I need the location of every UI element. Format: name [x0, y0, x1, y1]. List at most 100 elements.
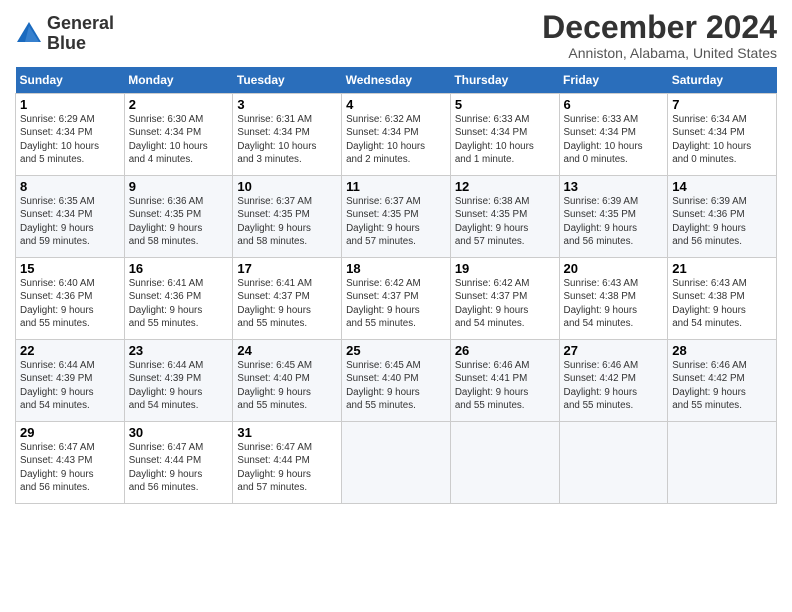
- logo: General Blue: [15, 14, 114, 54]
- calendar-cell: 21Sunrise: 6:43 AM Sunset: 4:38 PM Dayli…: [668, 258, 777, 340]
- subtitle: Anniston, Alabama, United States: [542, 45, 777, 61]
- day-info: Sunrise: 6:44 AM Sunset: 4:39 PM Dayligh…: [129, 359, 229, 412]
- calendar-cell: 29Sunrise: 6:47 AM Sunset: 4:43 PM Dayli…: [16, 422, 125, 504]
- day-info: Sunrise: 6:43 AM Sunset: 4:38 PM Dayligh…: [672, 277, 772, 330]
- day-number: 27: [564, 343, 664, 358]
- day-number: 23: [129, 343, 229, 358]
- calendar-table: SundayMondayTuesdayWednesdayThursdayFrid…: [15, 67, 777, 504]
- logo-text-line1: General: [47, 14, 114, 34]
- day-info: Sunrise: 6:33 AM Sunset: 4:34 PM Dayligh…: [564, 113, 664, 166]
- day-info: Sunrise: 6:46 AM Sunset: 4:42 PM Dayligh…: [564, 359, 664, 412]
- day-number: 11: [346, 179, 446, 194]
- day-number: 14: [672, 179, 772, 194]
- day-info: Sunrise: 6:47 AM Sunset: 4:43 PM Dayligh…: [20, 441, 120, 494]
- day-info: Sunrise: 6:38 AM Sunset: 4:35 PM Dayligh…: [455, 195, 555, 248]
- day-info: Sunrise: 6:42 AM Sunset: 4:37 PM Dayligh…: [455, 277, 555, 330]
- header: General Blue December 2024 Anniston, Ala…: [15, 10, 777, 61]
- day-info: Sunrise: 6:45 AM Sunset: 4:40 PM Dayligh…: [346, 359, 446, 412]
- calendar-cell: 10Sunrise: 6:37 AM Sunset: 4:35 PM Dayli…: [233, 176, 342, 258]
- logo-icon: [15, 20, 43, 48]
- calendar-cell: 31Sunrise: 6:47 AM Sunset: 4:44 PM Dayli…: [233, 422, 342, 504]
- day-number: 2: [129, 97, 229, 112]
- day-number: 18: [346, 261, 446, 276]
- day-info: Sunrise: 6:47 AM Sunset: 4:44 PM Dayligh…: [237, 441, 337, 494]
- calendar-cell: 4Sunrise: 6:32 AM Sunset: 4:34 PM Daylig…: [342, 94, 451, 176]
- calendar-cell: 13Sunrise: 6:39 AM Sunset: 4:35 PM Dayli…: [559, 176, 668, 258]
- day-number: 19: [455, 261, 555, 276]
- calendar-cell: [559, 422, 668, 504]
- day-info: Sunrise: 6:45 AM Sunset: 4:40 PM Dayligh…: [237, 359, 337, 412]
- day-info: Sunrise: 6:32 AM Sunset: 4:34 PM Dayligh…: [346, 113, 446, 166]
- calendar-cell: 26Sunrise: 6:46 AM Sunset: 4:41 PM Dayli…: [450, 340, 559, 422]
- day-number: 26: [455, 343, 555, 358]
- logo-text-line2: Blue: [47, 34, 114, 54]
- day-info: Sunrise: 6:46 AM Sunset: 4:41 PM Dayligh…: [455, 359, 555, 412]
- calendar-cell: 14Sunrise: 6:39 AM Sunset: 4:36 PM Dayli…: [668, 176, 777, 258]
- day-number: 5: [455, 97, 555, 112]
- calendar-cell: 11Sunrise: 6:37 AM Sunset: 4:35 PM Dayli…: [342, 176, 451, 258]
- day-number: 13: [564, 179, 664, 194]
- day-number: 4: [346, 97, 446, 112]
- calendar-cell: 18Sunrise: 6:42 AM Sunset: 4:37 PM Dayli…: [342, 258, 451, 340]
- day-number: 20: [564, 261, 664, 276]
- calendar-cell: 8Sunrise: 6:35 AM Sunset: 4:34 PM Daylig…: [16, 176, 125, 258]
- day-number: 15: [20, 261, 120, 276]
- day-number: 3: [237, 97, 337, 112]
- calendar-cell: [668, 422, 777, 504]
- calendar-cell: 19Sunrise: 6:42 AM Sunset: 4:37 PM Dayli…: [450, 258, 559, 340]
- day-info: Sunrise: 6:41 AM Sunset: 4:37 PM Dayligh…: [237, 277, 337, 330]
- calendar-week-row: 22Sunrise: 6:44 AM Sunset: 4:39 PM Dayli…: [16, 340, 777, 422]
- calendar-cell: 2Sunrise: 6:30 AM Sunset: 4:34 PM Daylig…: [124, 94, 233, 176]
- calendar-cell: 22Sunrise: 6:44 AM Sunset: 4:39 PM Dayli…: [16, 340, 125, 422]
- day-number: 9: [129, 179, 229, 194]
- day-info: Sunrise: 6:41 AM Sunset: 4:36 PM Dayligh…: [129, 277, 229, 330]
- weekday-header-friday: Friday: [559, 67, 668, 94]
- title-area: December 2024 Anniston, Alabama, United …: [542, 10, 777, 61]
- page-container: General Blue December 2024 Anniston, Ala…: [0, 0, 792, 514]
- day-number: 30: [129, 425, 229, 440]
- day-info: Sunrise: 6:29 AM Sunset: 4:34 PM Dayligh…: [20, 113, 120, 166]
- calendar-week-row: 1Sunrise: 6:29 AM Sunset: 4:34 PM Daylig…: [16, 94, 777, 176]
- weekday-header-tuesday: Tuesday: [233, 67, 342, 94]
- calendar-cell: 25Sunrise: 6:45 AM Sunset: 4:40 PM Dayli…: [342, 340, 451, 422]
- calendar-week-row: 8Sunrise: 6:35 AM Sunset: 4:34 PM Daylig…: [16, 176, 777, 258]
- day-number: 31: [237, 425, 337, 440]
- day-number: 17: [237, 261, 337, 276]
- day-number: 29: [20, 425, 120, 440]
- weekday-header-saturday: Saturday: [668, 67, 777, 94]
- day-info: Sunrise: 6:30 AM Sunset: 4:34 PM Dayligh…: [129, 113, 229, 166]
- calendar-cell: 1Sunrise: 6:29 AM Sunset: 4:34 PM Daylig…: [16, 94, 125, 176]
- day-number: 22: [20, 343, 120, 358]
- day-info: Sunrise: 6:47 AM Sunset: 4:44 PM Dayligh…: [129, 441, 229, 494]
- calendar-cell: 30Sunrise: 6:47 AM Sunset: 4:44 PM Dayli…: [124, 422, 233, 504]
- day-number: 28: [672, 343, 772, 358]
- day-info: Sunrise: 6:37 AM Sunset: 4:35 PM Dayligh…: [237, 195, 337, 248]
- calendar-cell: 28Sunrise: 6:46 AM Sunset: 4:42 PM Dayli…: [668, 340, 777, 422]
- calendar-cell: 24Sunrise: 6:45 AM Sunset: 4:40 PM Dayli…: [233, 340, 342, 422]
- day-info: Sunrise: 6:39 AM Sunset: 4:36 PM Dayligh…: [672, 195, 772, 248]
- day-info: Sunrise: 6:34 AM Sunset: 4:34 PM Dayligh…: [672, 113, 772, 166]
- calendar-cell: 6Sunrise: 6:33 AM Sunset: 4:34 PM Daylig…: [559, 94, 668, 176]
- weekday-header-monday: Monday: [124, 67, 233, 94]
- calendar-cell: 23Sunrise: 6:44 AM Sunset: 4:39 PM Dayli…: [124, 340, 233, 422]
- weekday-header-sunday: Sunday: [16, 67, 125, 94]
- day-info: Sunrise: 6:35 AM Sunset: 4:34 PM Dayligh…: [20, 195, 120, 248]
- calendar-cell: 17Sunrise: 6:41 AM Sunset: 4:37 PM Dayli…: [233, 258, 342, 340]
- day-info: Sunrise: 6:44 AM Sunset: 4:39 PM Dayligh…: [20, 359, 120, 412]
- weekday-header-wednesday: Wednesday: [342, 67, 451, 94]
- calendar-cell: 5Sunrise: 6:33 AM Sunset: 4:34 PM Daylig…: [450, 94, 559, 176]
- main-title: December 2024: [542, 10, 777, 45]
- day-number: 8: [20, 179, 120, 194]
- day-info: Sunrise: 6:39 AM Sunset: 4:35 PM Dayligh…: [564, 195, 664, 248]
- calendar-week-row: 29Sunrise: 6:47 AM Sunset: 4:43 PM Dayli…: [16, 422, 777, 504]
- day-number: 6: [564, 97, 664, 112]
- day-number: 25: [346, 343, 446, 358]
- day-info: Sunrise: 6:40 AM Sunset: 4:36 PM Dayligh…: [20, 277, 120, 330]
- day-number: 21: [672, 261, 772, 276]
- day-info: Sunrise: 6:37 AM Sunset: 4:35 PM Dayligh…: [346, 195, 446, 248]
- calendar-cell: 9Sunrise: 6:36 AM Sunset: 4:35 PM Daylig…: [124, 176, 233, 258]
- calendar-cell: 15Sunrise: 6:40 AM Sunset: 4:36 PM Dayli…: [16, 258, 125, 340]
- weekday-header-row: SundayMondayTuesdayWednesdayThursdayFrid…: [16, 67, 777, 94]
- day-info: Sunrise: 6:33 AM Sunset: 4:34 PM Dayligh…: [455, 113, 555, 166]
- day-number: 16: [129, 261, 229, 276]
